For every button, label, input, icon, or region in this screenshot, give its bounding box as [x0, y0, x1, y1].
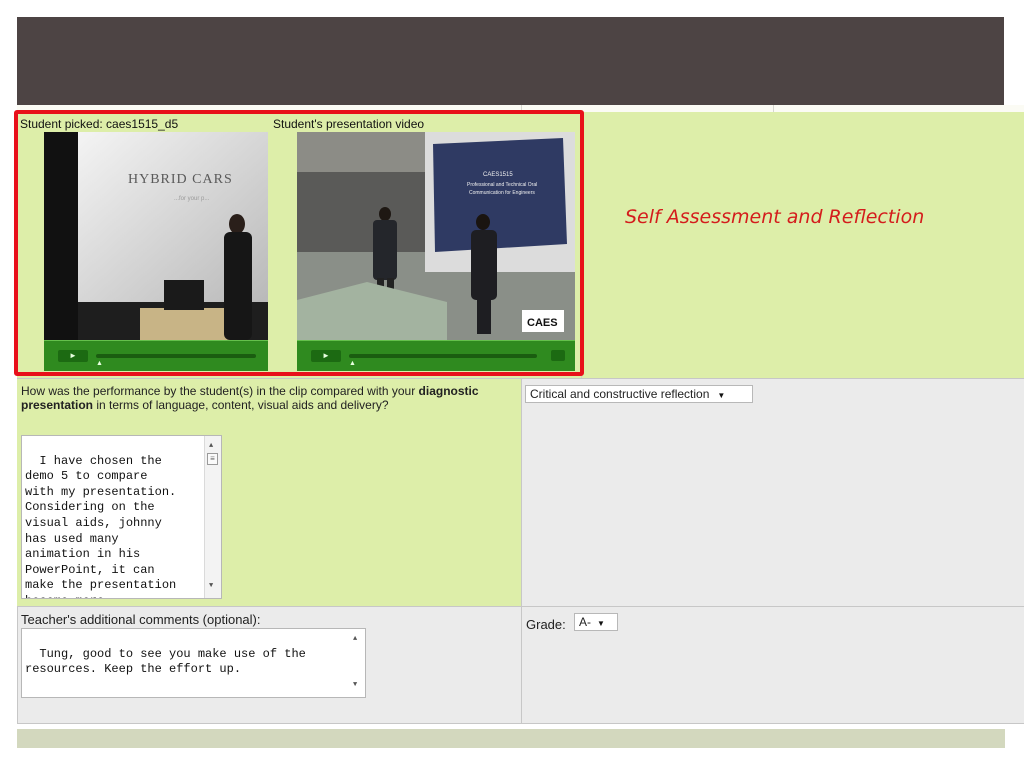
scroll-up-icon[interactable]: ▲ [353, 632, 357, 648]
seek-bar[interactable] [349, 354, 537, 358]
column-divider [773, 105, 774, 112]
presentation-video-still: CAES1515 Professional and Technical Oral… [297, 132, 575, 340]
question-text-before: How was the performance by the student(s… [21, 384, 419, 398]
grade-label: Grade: [526, 617, 566, 632]
overlay-cell [581, 112, 1024, 378]
presentation-video-label: Student's presentation video [273, 117, 425, 131]
picked-video-label: Student picked: caes1515_d5 [20, 117, 179, 131]
picked-video-still: HYBRID CARS ...for your p... [44, 132, 268, 340]
teacher-comment-text: Tung, good to see you make use of the re… [25, 646, 306, 677]
slide-line-2: Professional and Technical Oral [467, 182, 537, 188]
criteria-cell [522, 378, 1024, 606]
play-icon[interactable]: ► [58, 350, 88, 362]
teacher-comment-label: Teacher's additional comments (optional)… [21, 612, 261, 627]
overlay-title: Self Assessment and Reflection [625, 206, 925, 228]
footer-bar [17, 729, 1005, 748]
criteria-select[interactable]: Critical and constructive reflection ▼ [525, 385, 753, 403]
grade-select-value: A- [579, 615, 591, 629]
fullscreen-icon[interactable] [551, 350, 565, 361]
scroll-thumb[interactable]: ≡ [207, 453, 218, 465]
scroll-down-icon[interactable]: ▼ [353, 678, 357, 694]
chevron-down-icon: ▼ [717, 391, 726, 400]
table-header-strip [17, 105, 1024, 112]
presentation-video-controls: ► ▲ [297, 340, 575, 371]
column-divider [521, 105, 522, 112]
reflection-text: I have chosen the demo 5 to compare with… [25, 453, 177, 598]
caes-logo: CAES [527, 317, 558, 329]
title-bar [17, 17, 1004, 105]
question-text-after: in terms of language, content, visual ai… [93, 398, 389, 412]
presentation-video-frame[interactable]: CAES1515 Professional and Technical Oral… [297, 132, 575, 340]
slide-subtitle-text: ...for your p... [174, 196, 210, 202]
grade-select[interactable]: A- ▼ [574, 613, 618, 631]
textarea-scrollbar[interactable]: ▲ ▼ [349, 629, 365, 697]
play-icon[interactable]: ► [311, 350, 341, 362]
slide-line-1: CAES1515 [483, 172, 513, 178]
textarea-scrollbar[interactable]: ▲ ≡ ▼ [204, 436, 221, 598]
picked-video-frame[interactable]: HYBRID CARS ...for your p... [44, 132, 268, 340]
reflection-textarea[interactable]: I have chosen the demo 5 to compare with… [21, 435, 222, 599]
seek-knob[interactable]: ▲ [349, 360, 356, 367]
criteria-select-value: Critical and constructive reflection [530, 387, 710, 401]
chevron-down-icon: ▼ [597, 619, 605, 628]
slide-title-text: HYBRID CARS [128, 172, 233, 187]
scroll-down-icon[interactable]: ▼ [209, 579, 213, 595]
seek-knob[interactable]: ▲ [96, 360, 103, 367]
seek-bar[interactable] [96, 354, 256, 358]
picked-video-controls: ► ▲ [44, 340, 268, 371]
question-text: How was the performance by the student(s… [21, 384, 516, 412]
teacher-comment-textarea[interactable]: Tung, good to see you make use of the re… [21, 628, 366, 698]
slide-line-3: Communication for Engineers [469, 190, 535, 196]
